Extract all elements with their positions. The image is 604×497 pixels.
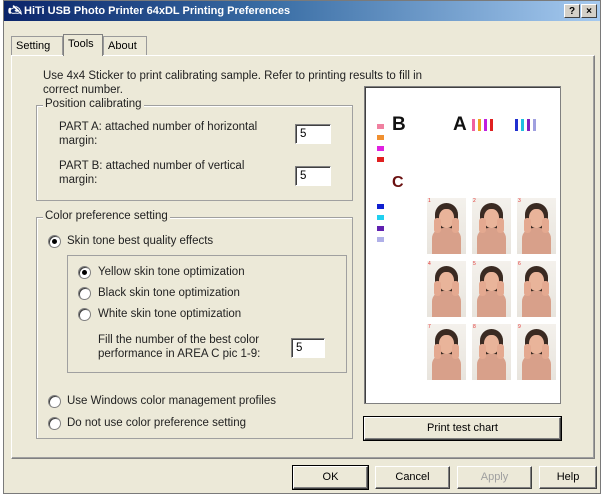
yellow-skin-radio[interactable] [78,266,91,279]
swatch-b-2 [377,135,384,140]
swatch-b-6 [377,215,384,220]
photo-number: 3 [518,198,521,204]
sample-photo-5: 5 [472,261,511,317]
windows-color-management-label: Use Windows color management profiles [67,395,277,407]
swatch-b-3 [377,146,384,151]
photo-number: 6 [518,261,521,267]
photo-number: 7 [428,324,431,330]
sample-photo-4: 4 [427,261,466,317]
skin-tone-radio[interactable] [48,235,61,248]
area-a-label: A [453,114,467,135]
part-a-label-line-1: PART A: attached number of horizontal [59,121,258,133]
help-icon[interactable]: ? [564,4,580,18]
swatch-a-1 [472,119,475,131]
swatch-a-3 [484,119,487,131]
white-skin-label: White skin tone optimization [98,308,242,320]
photo-number: 8 [473,324,476,330]
tab-about[interactable]: About [103,36,147,55]
no-color-preference-label: Do not use color preference setting [67,417,246,429]
skin-tone-label: Skin tone best quality effects [67,235,214,247]
photo-number: 4 [428,261,431,267]
black-skin-label: Black skin tone optimization [98,287,240,299]
window-title: HiTi USB Photo Printer 64xDL Printing Pr… [24,5,291,17]
printing-preferences-dialog: 🖎 HiTi USB Photo Printer 64xDL Printing … [3,0,601,494]
instruction-line-2: correct number. [43,84,123,96]
skin-tone-options-box: Yellow skin tone optimization Black skin… [67,255,347,373]
position-calibrating-group: Position calibrating PART A: attached nu… [36,98,353,201]
windows-color-management-radio[interactable] [48,395,61,408]
swatch-a-2 [478,119,481,131]
area-c-label: C [392,174,404,191]
tools-panel: Use 4x4 Sticker to print calibrating sam… [11,55,595,459]
no-color-preference-radio[interactable] [48,417,61,430]
test-chart-preview: B A C 1 2 3 4 5 6 7 8 9 [364,86,561,404]
sample-photo-2: 2 [472,198,511,254]
swatch-a-4 [490,119,493,131]
sample-photo-7: 7 [427,324,466,380]
sample-photo-8: 8 [472,324,511,380]
swatch-a-5 [515,119,518,131]
sample-photo-9: 9 [517,324,556,380]
part-b-label-line-1: PART B: attached number of vertical [59,160,245,172]
best-color-number-input[interactable]: 5 [291,338,325,358]
photo-number: 2 [473,198,476,204]
position-calibrating-title: Position calibrating [43,98,144,110]
title-bar: 🖎 HiTi USB Photo Printer 64xDL Printing … [4,1,600,21]
help-button[interactable]: Help [539,466,597,489]
swatch-b-5 [377,204,384,209]
sample-photo-6: 6 [517,261,556,317]
white-skin-radio[interactable] [78,308,91,321]
part-b-label-line-2: margin: [59,174,98,186]
photo-number: 9 [518,324,521,330]
fill-number-label-line-1: Fill the number of the best color [98,334,260,346]
swatch-a-6 [521,119,524,131]
photo-number: 1 [428,198,431,204]
sample-photo-3: 3 [517,198,556,254]
horizontal-margin-input[interactable]: 5 [295,124,331,144]
color-preference-group: Color preference setting Skin tone best … [36,210,353,439]
swatch-b-4 [377,157,384,162]
part-a-label-line-2: margin: [59,135,98,147]
sample-photo-1: 1 [427,198,466,254]
fill-number-label-line-2: performance in AREA C pic 1-9: [98,348,261,360]
color-preference-title: Color preference setting [43,210,170,222]
swatch-b-8 [377,237,384,242]
vertical-margin-input[interactable]: 5 [295,166,331,186]
swatch-a-8 [533,119,536,131]
swatch-a-7 [527,119,530,131]
printer-app-icon: 🖎 [8,3,23,17]
black-skin-radio[interactable] [78,287,91,300]
swatch-b-1 [377,124,384,129]
tab-setting[interactable]: Setting [11,36,63,55]
yellow-skin-label: Yellow skin tone optimization [98,266,245,278]
apply-button[interactable]: Apply [457,466,532,489]
close-icon[interactable]: × [581,4,597,18]
swatch-b-7 [377,226,384,231]
cancel-button[interactable]: Cancel [375,466,450,489]
print-test-chart-button[interactable]: Print test chart [363,416,562,441]
tab-tools[interactable]: Tools [63,34,103,56]
instruction-line-1: Use 4x4 Sticker to print calibrating sam… [43,70,423,82]
photo-number: 5 [473,261,476,267]
ok-button[interactable]: OK [292,465,369,490]
area-b-label: B [392,114,406,135]
